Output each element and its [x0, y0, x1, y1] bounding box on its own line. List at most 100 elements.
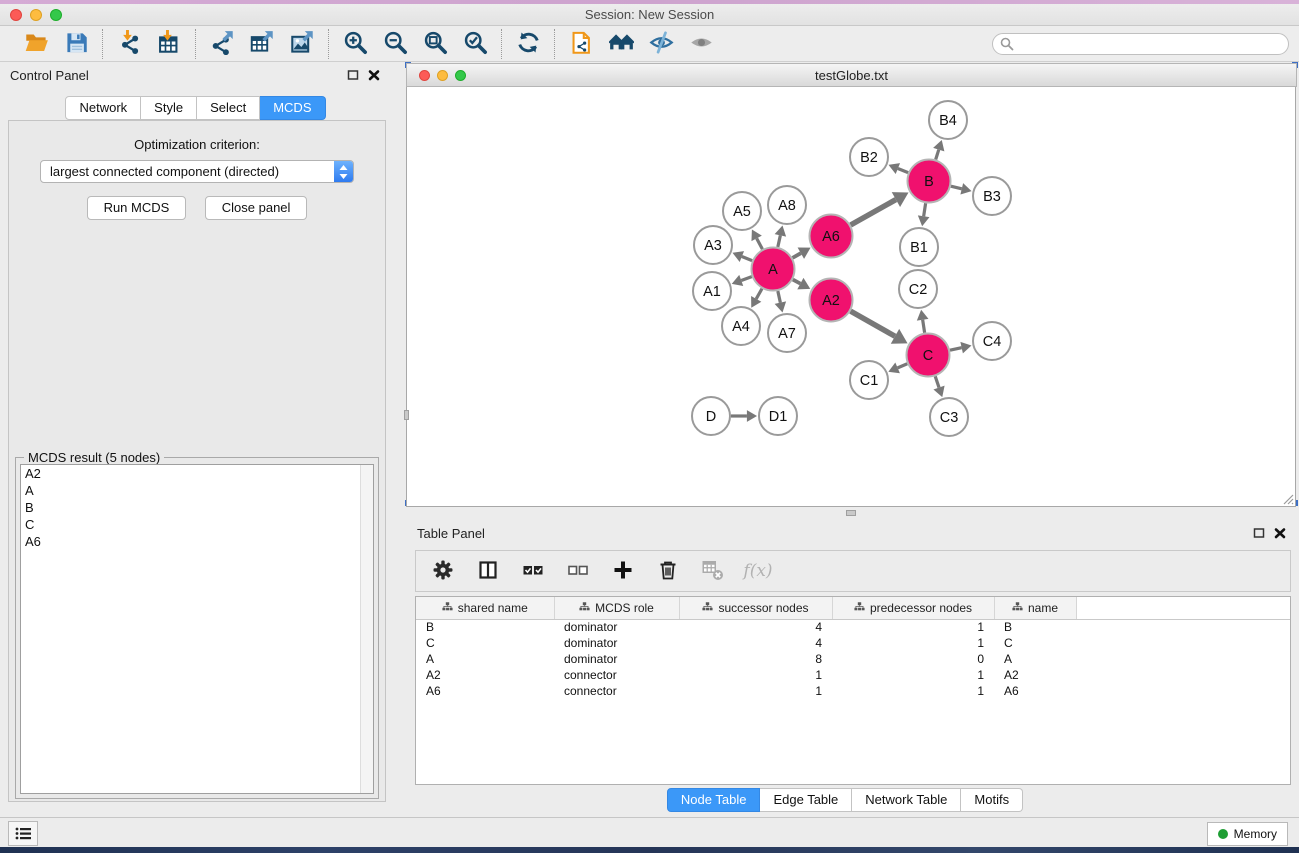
- graph-edge-C-C3[interactable]: [935, 376, 939, 387]
- refresh-button[interactable]: [511, 29, 545, 59]
- choose-columns-button[interactable]: [475, 557, 501, 585]
- tab-style[interactable]: Style: [141, 96, 197, 120]
- graph-edge-C-C4[interactable]: [950, 348, 962, 351]
- table-cell[interactable]: A2: [994, 667, 1076, 683]
- splitter-handle[interactable]: [846, 510, 856, 516]
- graph-edge-A-A6[interactable]: [793, 253, 801, 258]
- float-panel-icon[interactable]: [1252, 526, 1266, 540]
- table-cell[interactable]: A6: [994, 683, 1076, 699]
- network-window-titlebar[interactable]: testGlobe.txt: [406, 63, 1297, 87]
- graph-edge-A-A2[interactable]: [793, 280, 801, 284]
- column-header-successor-nodes[interactable]: successor nodes: [679, 597, 832, 619]
- select-all-button[interactable]: [520, 557, 546, 585]
- column-header-predecessor-nodes[interactable]: predecessor nodes: [832, 597, 994, 619]
- graph-edge-A2-C[interactable]: [851, 311, 895, 336]
- table-cell[interactable]: C: [994, 635, 1076, 651]
- network-graph[interactable]: B4B2BB3A8A5A6A3B1AA1C2A2A4A7C4CC1C3DD1: [407, 87, 1296, 505]
- network-canvas[interactable]: B4B2BB3A8A5A6A3B1AA1C2A2A4A7C4CC1C3DD1: [406, 87, 1296, 507]
- tab-network-table[interactable]: Network Table: [852, 788, 961, 812]
- zoom-fit-button[interactable]: [418, 29, 452, 59]
- column-header-shared-name[interactable]: shared name: [416, 597, 554, 619]
- tab-node-table[interactable]: Node Table: [667, 788, 761, 812]
- table-row[interactable]: Bdominator41B: [416, 619, 1290, 635]
- resize-grip-icon[interactable]: [1280, 491, 1294, 505]
- mcds-result-item[interactable]: B: [21, 499, 373, 516]
- table-row[interactable]: A6connector11A6: [416, 683, 1290, 699]
- function-builder-button[interactable]: f(x): [745, 557, 771, 585]
- table-settings-button[interactable]: [430, 557, 456, 585]
- table-cell[interactable]: 4: [679, 619, 832, 635]
- deselect-all-button[interactable]: [565, 557, 591, 585]
- tab-network[interactable]: Network: [65, 96, 141, 120]
- table-row[interactable]: A2connector11A2: [416, 667, 1290, 683]
- graph-edge-B-B2[interactable]: [898, 169, 908, 173]
- column-header-MCDS-role[interactable]: MCDS role: [554, 597, 679, 619]
- table-cell[interactable]: dominator: [554, 619, 679, 635]
- graph-edge-B-B1[interactable]: [924, 203, 926, 216]
- table-cell[interactable]: 1: [832, 683, 994, 699]
- graph-edge-A-A5[interactable]: [757, 238, 763, 249]
- graph-edge-A-A1[interactable]: [741, 277, 752, 281]
- tab-select[interactable]: Select: [197, 96, 260, 120]
- zoom-in-button[interactable]: [338, 29, 372, 59]
- graph-edge-A-A7[interactable]: [778, 291, 781, 303]
- close-panel-button[interactable]: Close panel: [205, 196, 308, 220]
- table-cell[interactable]: 1: [679, 683, 832, 699]
- table-cell[interactable]: A: [416, 651, 554, 667]
- float-panel-icon[interactable]: [346, 68, 360, 82]
- save-session-button[interactable]: [59, 29, 93, 59]
- column-header-name[interactable]: name: [994, 597, 1076, 619]
- table-cell[interactable]: dominator: [554, 635, 679, 651]
- graph-edge-A6-B[interactable]: [851, 200, 896, 225]
- graph-edge-A-A4[interactable]: [756, 289, 762, 299]
- table-row[interactable]: Adominator80A: [416, 651, 1290, 667]
- delete-table-button[interactable]: [700, 557, 726, 585]
- graph-edge-C-C2[interactable]: [923, 320, 925, 333]
- table-cell[interactable]: B: [994, 619, 1076, 635]
- splitter-handle[interactable]: [404, 410, 409, 420]
- export-image-button[interactable]: [285, 29, 319, 59]
- table-cell[interactable]: 1: [679, 667, 832, 683]
- tab-mcds[interactable]: MCDS: [260, 96, 325, 120]
- create-column-button[interactable]: [610, 557, 636, 585]
- table-cell[interactable]: A: [994, 651, 1076, 667]
- table-cell[interactable]: connector: [554, 667, 679, 683]
- memory-button[interactable]: Memory: [1207, 822, 1288, 846]
- table-cell[interactable]: dominator: [554, 651, 679, 667]
- tab-edge-table[interactable]: Edge Table: [760, 788, 852, 812]
- show-all-button[interactable]: [684, 29, 718, 59]
- show-panels-list-button[interactable]: [8, 821, 38, 846]
- zoom-out-button[interactable]: [378, 29, 412, 59]
- graph-edge-A-A3[interactable]: [742, 257, 752, 261]
- import-network-button[interactable]: [112, 29, 146, 59]
- import-table-button[interactable]: [152, 29, 186, 59]
- hide-selected-button[interactable]: [644, 29, 678, 59]
- tab-motifs[interactable]: Motifs: [961, 788, 1023, 812]
- scrollbar-track[interactable]: [360, 465, 373, 793]
- table-row[interactable]: Cdominator41C: [416, 635, 1290, 651]
- export-table-button[interactable]: [245, 29, 279, 59]
- criterion-dropdown[interactable]: largest connected component (directed): [40, 160, 354, 183]
- search-input[interactable]: [992, 33, 1289, 55]
- run-mcds-button[interactable]: Run MCDS: [87, 196, 187, 220]
- graph-edge-B-B3[interactable]: [951, 186, 962, 189]
- table-cell[interactable]: 0: [832, 651, 994, 667]
- table-cell[interactable]: 1: [832, 667, 994, 683]
- table-cell[interactable]: 8: [679, 651, 832, 667]
- graph-edge-A-A8[interactable]: [778, 235, 781, 247]
- graph-edge-C-C1[interactable]: [898, 364, 908, 368]
- close-panel-icon[interactable]: [367, 68, 381, 82]
- close-panel-icon[interactable]: [1273, 526, 1287, 540]
- table-cell[interactable]: A2: [416, 667, 554, 683]
- zoom-selected-button[interactable]: [458, 29, 492, 59]
- mcds-result-item[interactable]: A2: [21, 465, 373, 482]
- delete-column-button[interactable]: [655, 557, 681, 585]
- mcds-result-item[interactable]: A6: [21, 533, 373, 550]
- export-network-button[interactable]: [205, 29, 239, 59]
- table-cell[interactable]: C: [416, 635, 554, 651]
- table-cell[interactable]: A6: [416, 683, 554, 699]
- graph-edge-B-B4[interactable]: [936, 150, 939, 160]
- table-cell[interactable]: 4: [679, 635, 832, 651]
- table-cell[interactable]: 1: [832, 619, 994, 635]
- first-neighbors-button[interactable]: [604, 29, 638, 59]
